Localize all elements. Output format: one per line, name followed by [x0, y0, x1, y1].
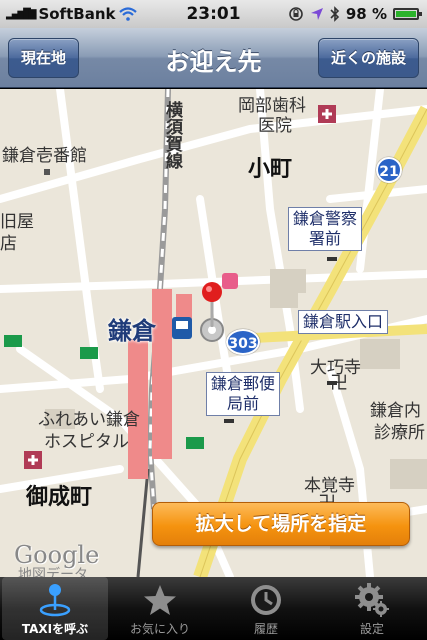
location-arrow-icon: [310, 8, 323, 20]
tab-bar: TAXIを呼ぶ お気に入り 履歴 設定: [0, 577, 427, 640]
battery-percent: 98 %: [345, 5, 387, 23]
map-label-yokosuka-line: 横須賀線: [162, 101, 182, 169]
map-label-post-2: 局前: [227, 394, 260, 413]
map-label-police: 鎌倉警察 署前: [288, 207, 363, 251]
map-data-credit: 地図データ: [18, 567, 88, 577]
tab-favorites[interactable]: お気に入り: [107, 577, 213, 640]
nearby-facilities-button[interactable]: 近くの施設: [317, 38, 419, 78]
tab-call-taxi[interactable]: TAXIを呼ぶ: [2, 577, 108, 640]
battery-icon: [393, 8, 422, 20]
map-view[interactable]: 卍 卍 岡部歯科 医院 鎌倉壱番館 横須賀線 小町 鎌倉警察 署前 旧屋 店 鎌…: [0, 89, 427, 577]
clock-icon: [251, 585, 281, 615]
tab-label: 設定: [359, 622, 384, 636]
status-bar: ▂▄▆█▇ SoftBank 23:01 98 %: [0, 0, 427, 28]
map-label-police-2: 署前: [309, 229, 342, 248]
map-label-fureai-2: ホスピタル: [44, 432, 129, 452]
route-badge-21: 21: [376, 157, 402, 183]
tab-settings[interactable]: 設定: [319, 577, 425, 640]
map-label-okabe-2: 医院: [258, 116, 292, 136]
map-label-onarimachi: 御成町: [26, 485, 93, 510]
bluetooth-icon: [330, 6, 339, 22]
tab-label: TAXIを呼ぶ: [21, 622, 89, 636]
map-label-komachi: 小町: [248, 157, 293, 182]
rotation-lock-icon: [289, 7, 303, 21]
map-label-kamakura-ichiban: 鎌倉壱番館: [2, 146, 87, 166]
map-label-post-1: 鎌倉郵便: [211, 374, 276, 393]
map-label-police-1: 鎌倉警察: [293, 209, 358, 228]
gear-icon: [355, 583, 389, 617]
map-label-post: 鎌倉郵便 局前: [206, 372, 281, 416]
status-icons: 98 %: [288, 5, 422, 23]
battery-fill: [396, 11, 416, 17]
taxi-pin-icon: [39, 584, 71, 617]
map-label-hongakuji: 本覚寺: [304, 476, 355, 496]
zoom-to-specify-location-button[interactable]: 拡大して場所を指定: [152, 502, 410, 546]
map-label-daigyoji: 大巧寺: [310, 358, 361, 378]
navigation-bar: 現在地 お迎え先 近くの施設: [0, 28, 427, 88]
map-label-station-entrance: 鎌倉駅入口: [298, 310, 389, 334]
map-label-left-edge-2: 店: [0, 234, 17, 254]
tab-label: 履歴: [253, 622, 278, 636]
star-icon: [144, 585, 176, 615]
map-label-clinic: 診療所: [374, 423, 425, 443]
map-label-station: 鎌倉: [108, 317, 156, 345]
route-badge-303: 303: [226, 329, 260, 355]
tab-history[interactable]: 履歴: [213, 577, 319, 640]
tab-label: お気に入り: [129, 622, 190, 636]
